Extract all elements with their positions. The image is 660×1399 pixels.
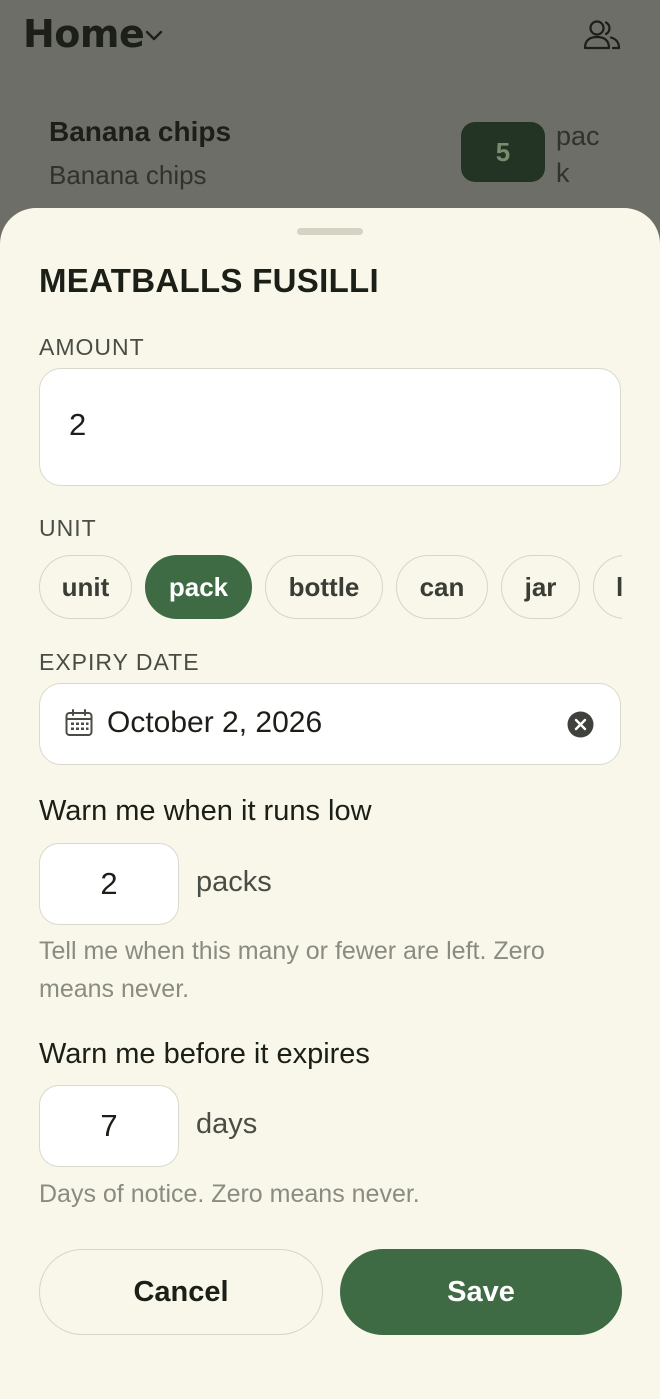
amount-label: AMOUNT <box>39 334 145 360</box>
drag-handle[interactable] <box>297 228 363 235</box>
low-stock-question: Warn me when it runs low <box>39 795 372 827</box>
item-name: Banana chips <box>49 116 232 147</box>
top-bar: Home <box>0 0 660 80</box>
unit-chip-jar[interactable]: jar <box>501 555 580 619</box>
low-stock-threshold-input[interactable]: 2 <box>39 843 179 925</box>
unit-chip-unit[interactable]: unit <box>39 555 132 619</box>
unit-chip-pack[interactable]: pack <box>145 555 252 619</box>
expiry-date-value: October 2, 2026 <box>107 706 323 739</box>
amount-input[interactable]: 2 <box>39 368 621 486</box>
unit-chip-l[interactable]: l <box>593 555 622 619</box>
sheet-title: MEATBALLS FUSILLI <box>39 262 379 299</box>
save-button[interactable]: Save <box>340 1249 622 1335</box>
low-stock-unit: packs <box>196 866 272 898</box>
item-count-badge: 5 <box>461 122 545 182</box>
unit-label: UNIT <box>39 515 97 541</box>
calendar-icon <box>65 709 93 736</box>
expiry-warning-question: Warn me before it expires <box>39 1038 370 1070</box>
item-subtitle: Banana chips <box>49 160 207 190</box>
clear-icon[interactable] <box>567 711 594 738</box>
list-item: Banana chips Banana chips 5 pack <box>0 100 660 210</box>
amount-value: 2 <box>69 407 87 442</box>
item-unit: pack <box>556 121 600 188</box>
expiry-warning-days-input[interactable]: 7 <box>39 1085 179 1167</box>
unit-chip-bottle[interactable]: bottle <box>265 555 383 619</box>
expiry-warning-hint: Days of notice. Zero means never. <box>39 1180 420 1208</box>
unit-chip-can[interactable]: can <box>396 555 488 619</box>
people-icon[interactable] <box>582 18 622 52</box>
expiry-date-field[interactable]: October 2, 2026 <box>39 683 621 765</box>
low-stock-hint: Tell me when this many or fewer are left… <box>39 937 545 1003</box>
page-title[interactable]: Home <box>23 12 145 56</box>
expiry-warning-unit: days <box>196 1108 258 1140</box>
cancel-button[interactable]: Cancel <box>39 1249 323 1335</box>
unit-chip-group: unit pack bottle can jar l <box>39 555 622 619</box>
edit-item-sheet: MEATBALLS FUSILLI AMOUNT 2 UNIT unit pac… <box>0 208 660 1399</box>
expiry-label: EXPIRY DATE <box>39 649 200 675</box>
chevron-down-icon[interactable] <box>142 24 166 48</box>
